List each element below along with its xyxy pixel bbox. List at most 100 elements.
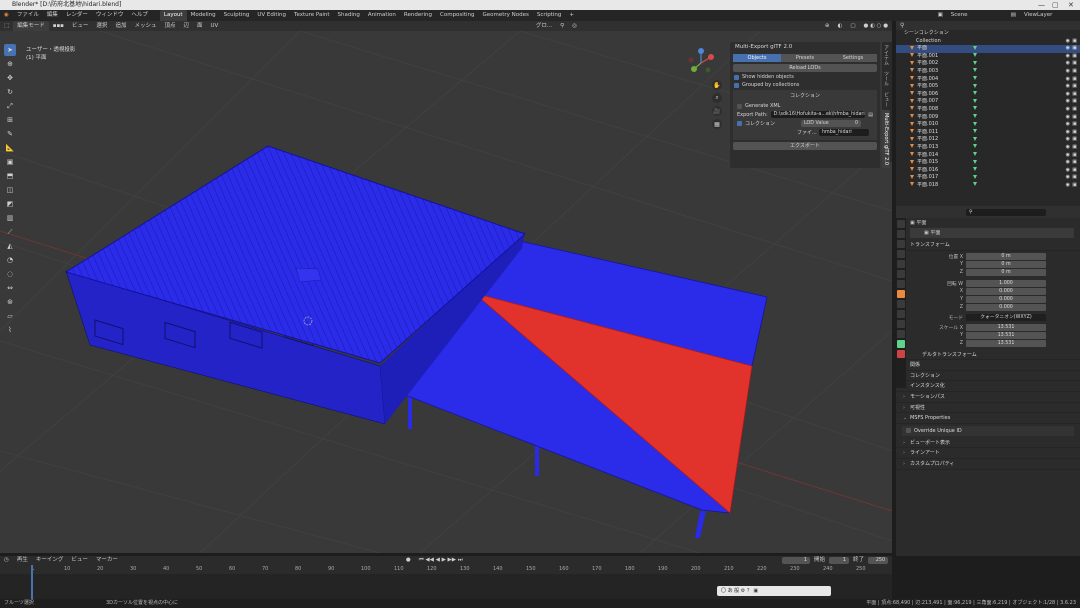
- eye-icon[interactable]: ◉: [1066, 114, 1070, 122]
- show-hidden-checkbox[interactable]: Show hidden objects: [734, 74, 876, 80]
- export-button[interactable]: エクスポート: [733, 142, 877, 150]
- camera-icon[interactable]: ▣: [1072, 60, 1077, 68]
- add-cube-icon[interactable]: ▣: [4, 156, 16, 168]
- motion-paths-section[interactable]: モーションパス: [896, 392, 1080, 403]
- camera-view-icon[interactable]: 🎥: [712, 106, 722, 116]
- camera-icon[interactable]: ▣: [1072, 129, 1077, 137]
- outliner-row[interactable]: 平面.018 ◉ ▣: [896, 182, 1080, 190]
- camera-icon[interactable]: ▣: [1072, 38, 1077, 46]
- rotation-z-field[interactable]: 0.000: [966, 304, 1046, 312]
- tab-objects[interactable]: Objects: [733, 54, 781, 62]
- close-icon[interactable]: ✕: [1068, 0, 1074, 10]
- lod-value-field[interactable]: LOD Value 0: [801, 120, 861, 127]
- outliner-filter-icon[interactable]: ⚲: [900, 22, 904, 29]
- outliner-row[interactable]: 平面.001 ◉ ▣: [896, 53, 1080, 61]
- rotation-mode-select[interactable]: クォータニオン(WXYZ): [966, 314, 1046, 322]
- side-tab-tool[interactable]: ツール: [882, 68, 891, 89]
- menu-view[interactable]: ビュー: [68, 21, 93, 32]
- rotation-y-field[interactable]: 0.000: [966, 296, 1046, 304]
- timeline-ruler[interactable]: 1102030405060708090100110120130140150160…: [0, 565, 892, 574]
- data-tab-icon[interactable]: [897, 340, 905, 348]
- cursor-select-icon[interactable]: ➤: [4, 44, 16, 56]
- menu-help[interactable]: ヘルプ: [127, 10, 152, 21]
- rotation-x-field[interactable]: 0.000: [966, 288, 1046, 296]
- export-path-field[interactable]: D:\sdk16\Hofukita-a...ek\hfmba_hidari: [770, 111, 866, 118]
- menu-file[interactable]: ファイル: [13, 10, 43, 21]
- eye-icon[interactable]: ◉: [1066, 129, 1070, 137]
- shrink-icon[interactable]: ⊛: [4, 296, 16, 308]
- rotation-w-field[interactable]: 1.000: [966, 280, 1046, 288]
- loop-cut-icon[interactable]: ▥: [4, 212, 16, 224]
- menu-edge[interactable]: 辺: [179, 21, 193, 32]
- add-workspace-icon[interactable]: +: [565, 10, 578, 21]
- outliner-row[interactable]: 平面.007 ◉ ▣: [896, 98, 1080, 106]
- transform-section[interactable]: トランスフォーム: [896, 240, 1080, 251]
- outliner-row[interactable]: 平面.015 ◉ ▣: [896, 159, 1080, 167]
- collection-tab-icon[interactable]: [897, 280, 905, 288]
- viewport-display-section[interactable]: ビューポート表示: [896, 438, 1080, 449]
- material-tab-icon[interactable]: [897, 350, 905, 358]
- outliner-row[interactable]: 平面.008 ◉ ▣: [896, 106, 1080, 114]
- viewlayer-icon[interactable]: ▤: [1007, 10, 1020, 21]
- camera-icon[interactable]: ▣: [1072, 121, 1077, 129]
- tab-scripting[interactable]: Scripting: [533, 10, 565, 21]
- smooth-icon[interactable]: ◌: [4, 268, 16, 280]
- measure-icon[interactable]: 📐: [4, 142, 16, 154]
- rotate-icon[interactable]: ↻: [4, 86, 16, 98]
- scale-z-field[interactable]: 13.531: [966, 340, 1046, 348]
- outliner-row[interactable]: 平面.017 ◉ ▣: [896, 174, 1080, 182]
- object-tab-icon[interactable]: [897, 290, 905, 298]
- eye-icon[interactable]: ◉: [1066, 136, 1070, 144]
- tab-compositing[interactable]: Compositing: [436, 10, 478, 21]
- folder-icon[interactable]: ▤: [868, 112, 873, 118]
- grouped-checkbox[interactable]: Grouped by collections: [734, 82, 876, 88]
- location-y-field[interactable]: 0 m: [966, 261, 1046, 269]
- menu-vertex[interactable]: 頂点: [160, 21, 179, 32]
- eye-icon[interactable]: ◉: [1066, 83, 1070, 91]
- zoom-icon[interactable]: ⌕: [712, 93, 722, 103]
- camera-icon[interactable]: ▣: [1072, 144, 1077, 152]
- scene-tab-icon[interactable]: [897, 260, 905, 268]
- menu-render[interactable]: レンダー: [62, 10, 92, 21]
- modifier-tab-icon[interactable]: [897, 300, 905, 308]
- camera-icon[interactable]: ▣: [1072, 106, 1077, 114]
- side-tab-view[interactable]: ビュー: [882, 89, 891, 110]
- menu-add[interactable]: 追加: [111, 21, 130, 32]
- shear-icon[interactable]: ▱: [4, 310, 16, 322]
- render-tab-icon[interactable]: [897, 230, 905, 238]
- pan-icon[interactable]: ✋: [712, 80, 722, 90]
- scene-collection-row[interactable]: シーンコレクション: [896, 30, 1080, 38]
- cursor-icon[interactable]: ⊕: [4, 58, 16, 70]
- eye-icon[interactable]: ◉: [1066, 91, 1070, 99]
- tool-tab-icon[interactable]: [897, 220, 905, 228]
- eye-icon[interactable]: ◉: [1066, 76, 1070, 84]
- data-name-field[interactable]: ▣ 平面: [910, 228, 1074, 238]
- collections-section[interactable]: コレクション: [896, 371, 1080, 382]
- outliner-row[interactable]: 平面.010 ◉ ▣: [896, 121, 1080, 129]
- overlay-toggle-icon[interactable]: ◐: [834, 21, 847, 32]
- mode-selector[interactable]: 編集モード: [13, 20, 49, 32]
- reload-lods-button[interactable]: Reload LODs: [733, 64, 877, 72]
- edge-slide-icon[interactable]: ⇔: [4, 282, 16, 294]
- instancing-section[interactable]: インスタンス化: [896, 381, 1080, 392]
- axis-gizmo[interactable]: [686, 48, 716, 78]
- camera-icon[interactable]: ▣: [1072, 167, 1077, 175]
- scale-icon[interactable]: ⤢: [4, 100, 16, 112]
- outliner-row[interactable]: 平面.014 ◉ ▣: [896, 152, 1080, 160]
- location-x-field[interactable]: 0 m: [966, 253, 1046, 261]
- eye-icon[interactable]: ◉: [1066, 60, 1070, 68]
- scale-y-field[interactable]: 13.531: [966, 332, 1046, 340]
- outliner-row[interactable]: 平面.003 ◉ ▣: [896, 68, 1080, 76]
- camera-icon[interactable]: ▣: [1072, 182, 1077, 190]
- camera-icon[interactable]: ▣: [1072, 174, 1077, 182]
- camera-icon[interactable]: ▣: [1072, 53, 1077, 61]
- eye-icon[interactable]: ◉: [1066, 38, 1070, 46]
- line-art-section[interactable]: ラインアート: [896, 448, 1080, 459]
- collection-row[interactable]: Collection ◉ ▣: [896, 38, 1080, 46]
- outliner-row[interactable]: 平面.016 ◉ ▣: [896, 167, 1080, 175]
- orientation-selector[interactable]: グロ...: [532, 21, 556, 32]
- camera-icon[interactable]: ▣: [1072, 159, 1077, 167]
- outliner-row[interactable]: 平面.004 ◉ ▣: [896, 76, 1080, 84]
- outliner-row[interactable]: 平面.002 ◉ ▣: [896, 60, 1080, 68]
- menu-select[interactable]: 選択: [92, 21, 111, 32]
